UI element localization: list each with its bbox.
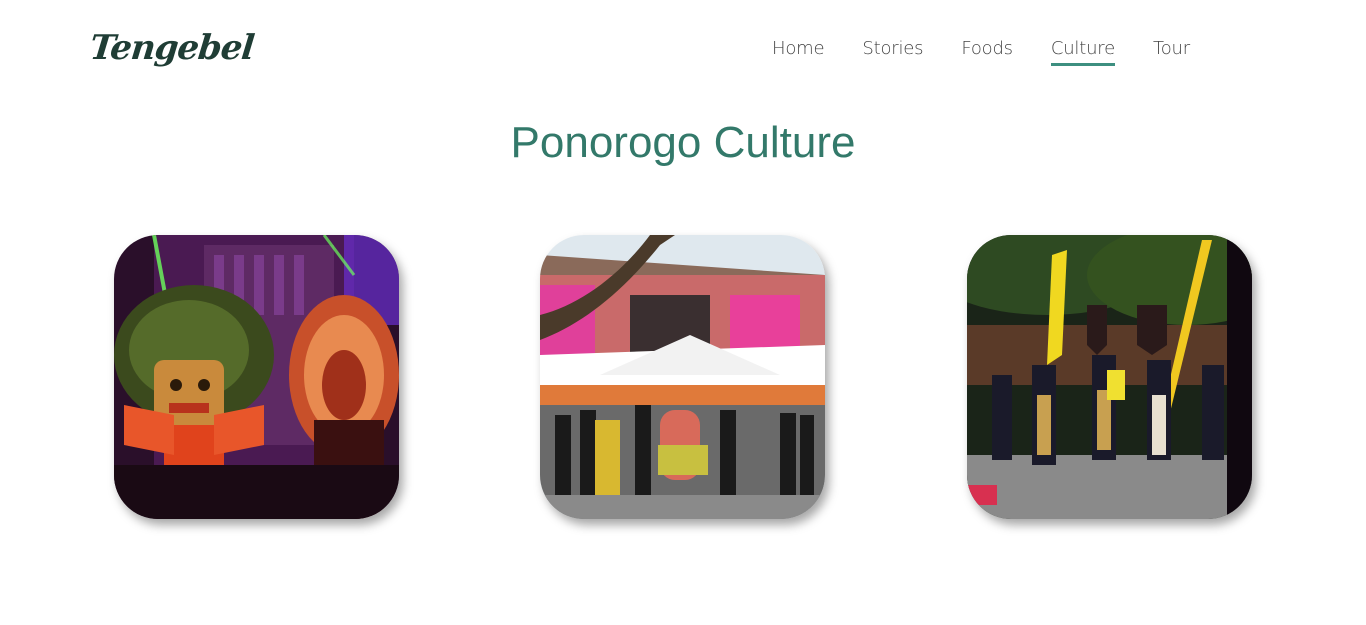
nav-item-foods[interactable]: Foods: [961, 38, 1013, 66]
ceremony-procession-image: [540, 235, 825, 519]
main-nav: Home Stories Foods Culture Tour: [772, 38, 1228, 66]
ceremony-procession-photo[interactable]: [540, 235, 825, 519]
nav-item-home[interactable]: Home: [772, 38, 825, 66]
nav-item-stories[interactable]: Stories: [862, 38, 923, 66]
reog-dancer-photo[interactable]: [114, 235, 399, 519]
nav-item-culture[interactable]: Culture: [1050, 38, 1115, 66]
reog-dancer-image: [114, 235, 399, 519]
page-title: Ponorogo Culture: [510, 118, 856, 167]
brand-logo[interactable]: Tengebel: [88, 28, 256, 68]
nav-item-tour[interactable]: Tour: [1153, 38, 1190, 66]
flag-bearers-image: [967, 235, 1252, 519]
flag-bearers-photo[interactable]: [967, 235, 1252, 519]
